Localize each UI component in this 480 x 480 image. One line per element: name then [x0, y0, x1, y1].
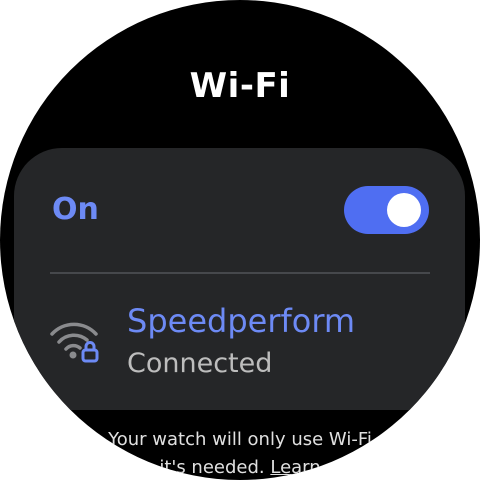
info-line-2: it's needed. Learn	[0, 454, 480, 480]
info-line-2-text: it's needed.	[159, 457, 265, 478]
watch-screen: Wi-Fi On Speedperform Connected Your wat…	[0, 0, 480, 480]
wifi-toggle-row[interactable]: On	[14, 148, 465, 272]
page-title: Wi-Fi	[189, 66, 291, 106]
wifi-info-text: Your watch will only use Wi-Fi it's need…	[0, 426, 480, 480]
info-line-1: Your watch will only use Wi-Fi	[108, 429, 372, 450]
wifi-settings-card: On Speedperform Connected	[14, 148, 465, 410]
wifi-toggle-switch[interactable]	[344, 186, 429, 234]
switch-knob	[387, 193, 421, 227]
network-status: Connected	[127, 348, 273, 379]
wifi-toggle-label: On	[52, 192, 99, 227]
wifi-lock-icon	[50, 322, 99, 363]
learn-more-link[interactable]: Learn	[270, 457, 320, 478]
network-item[interactable]: Speedperform Connected	[14, 274, 465, 410]
network-name: Speedperform	[127, 302, 356, 340]
